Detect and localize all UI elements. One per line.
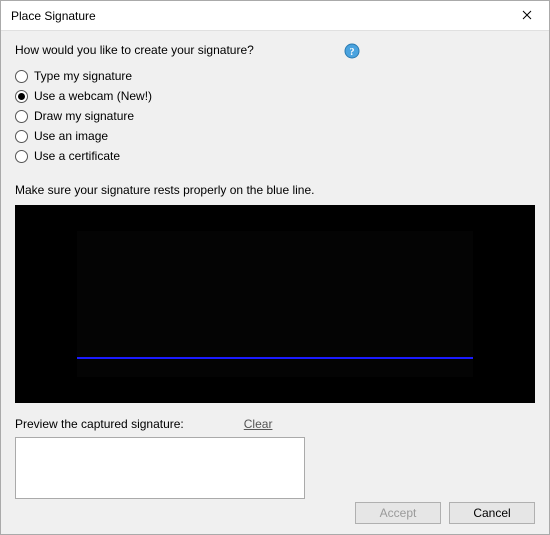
radio-icon bbox=[15, 150, 28, 163]
instruction-text: Make sure your signature rests properly … bbox=[15, 183, 535, 197]
dialog-footer: Accept Cancel bbox=[355, 502, 535, 524]
prompt-text: How would you like to create your signat… bbox=[15, 43, 254, 57]
preview-label: Preview the captured signature: bbox=[15, 417, 184, 431]
radio-use-an-image[interactable]: Use an image bbox=[15, 127, 535, 145]
webcam-feed bbox=[77, 231, 473, 377]
radio-label: Use a certificate bbox=[34, 149, 120, 163]
webcam-capture-area bbox=[15, 205, 535, 403]
radio-draw-my-signature[interactable]: Draw my signature bbox=[15, 107, 535, 125]
button-label: Accept bbox=[380, 506, 417, 520]
radio-use-a-certificate[interactable]: Use a certificate bbox=[15, 147, 535, 165]
dialog-title: Place Signature bbox=[11, 9, 96, 23]
dialog-body: How would you like to create your signat… bbox=[1, 31, 549, 534]
radio-label: Type my signature bbox=[34, 69, 132, 83]
signature-method-group: Type my signature Use a webcam (New!) Dr… bbox=[15, 67, 535, 167]
radio-icon bbox=[15, 130, 28, 143]
signature-preview-box bbox=[15, 437, 305, 499]
signature-baseline bbox=[77, 357, 473, 359]
radio-label: Use an image bbox=[34, 129, 108, 143]
radio-label: Draw my signature bbox=[34, 109, 134, 123]
radio-label: Use a webcam (New!) bbox=[34, 89, 152, 103]
cancel-button[interactable]: Cancel bbox=[449, 502, 535, 524]
help-icon[interactable]: ? bbox=[344, 43, 360, 59]
radio-type-my-signature[interactable]: Type my signature bbox=[15, 67, 535, 85]
button-label: Cancel bbox=[473, 506, 510, 520]
titlebar: Place Signature bbox=[1, 1, 549, 31]
clear-link[interactable]: Clear bbox=[244, 417, 273, 431]
close-button[interactable] bbox=[505, 1, 549, 31]
radio-use-a-webcam[interactable]: Use a webcam (New!) bbox=[15, 87, 535, 105]
radio-icon bbox=[15, 90, 28, 103]
svg-text:?: ? bbox=[349, 47, 354, 58]
radio-icon bbox=[15, 110, 28, 123]
accept-button[interactable]: Accept bbox=[355, 502, 441, 524]
close-icon bbox=[522, 9, 532, 23]
radio-icon bbox=[15, 70, 28, 83]
place-signature-dialog: Place Signature How would you like to cr… bbox=[0, 0, 550, 535]
